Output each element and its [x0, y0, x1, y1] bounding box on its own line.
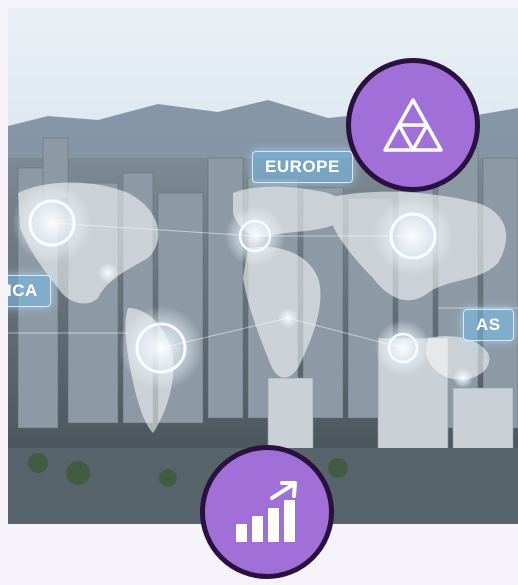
triangle-network-badge	[346, 58, 480, 192]
america-label: ICA	[8, 275, 51, 307]
growth-chart-icon	[236, 481, 297, 542]
triangle-network-icon	[383, 98, 443, 152]
europe-label: EUROPE	[252, 151, 353, 183]
growth-chart-badge	[200, 445, 334, 579]
asia-label: AS	[463, 309, 514, 341]
